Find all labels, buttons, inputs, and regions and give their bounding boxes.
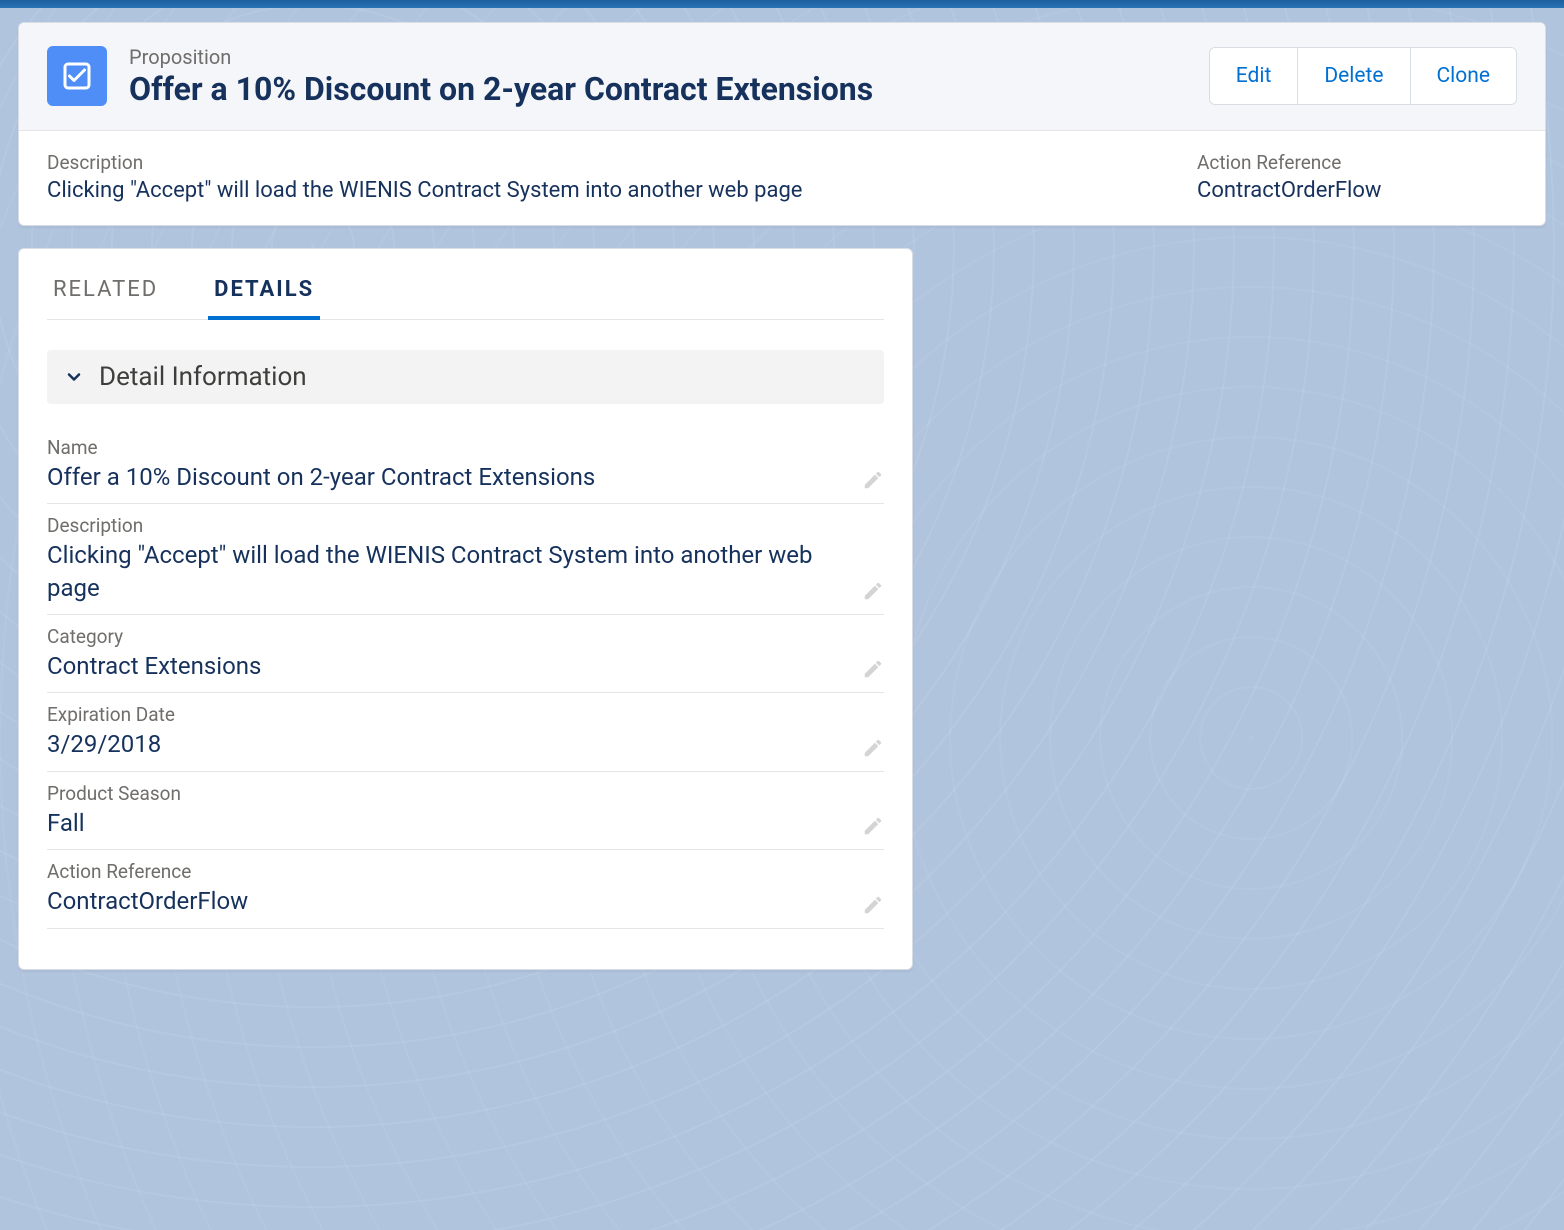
field-expiration-label: Expiration Date [47, 703, 848, 726]
record-title: Offer a 10% Discount on 2-year Contract … [129, 71, 1187, 108]
top-app-bar [0, 0, 1564, 8]
field-product-season: Product Season Fall [47, 772, 884, 850]
highlight-actionref-value: ContractOrderFlow [1197, 178, 1517, 203]
field-name: Name Offer a 10% Discount on 2-year Cont… [47, 426, 884, 504]
chevron-down-icon [63, 366, 85, 388]
highlight-description-label: Description [47, 151, 1157, 174]
record-header-card: Proposition Offer a 10% Discount on 2-ye… [18, 22, 1546, 226]
record-action-bar: Edit Delete Clone [1209, 47, 1517, 105]
clone-button[interactable]: Clone [1411, 48, 1516, 104]
field-expiration-value: 3/29/2018 [47, 728, 848, 760]
highlight-actionref-label: Action Reference [1197, 151, 1517, 174]
record-type-label: Proposition [129, 45, 1187, 69]
field-name-label: Name [47, 436, 848, 459]
field-category: Category Contract Extensions [47, 615, 884, 693]
field-expiration-date: Expiration Date 3/29/2018 [47, 693, 884, 771]
tab-related[interactable]: RELATED [47, 267, 164, 320]
pencil-icon[interactable] [862, 894, 884, 916]
pencil-icon[interactable] [862, 580, 884, 602]
field-action-reference: Action Reference ContractOrderFlow [47, 850, 884, 928]
pencil-icon[interactable] [862, 737, 884, 759]
pencil-icon[interactable] [862, 658, 884, 680]
detail-fields: Name Offer a 10% Discount on 2-year Cont… [47, 426, 884, 929]
field-name-value: Offer a 10% Discount on 2-year Contract … [47, 461, 848, 493]
field-category-label: Category [47, 625, 848, 648]
field-season-label: Product Season [47, 782, 848, 805]
proposition-icon [47, 46, 107, 106]
field-season-value: Fall [47, 807, 848, 839]
pencil-icon[interactable] [862, 815, 884, 837]
field-description: Description Clicking "Accept" will load … [47, 504, 884, 615]
highlight-description-value: Clicking "Accept" will load the WIENIS C… [47, 178, 1157, 203]
pencil-icon[interactable] [862, 469, 884, 491]
delete-button[interactable]: Delete [1298, 48, 1410, 104]
record-highlights: Description Clicking "Accept" will load … [19, 131, 1545, 225]
field-description-value: Clicking "Accept" will load the WIENIS C… [47, 539, 848, 604]
tab-details[interactable]: DETAILS [208, 267, 320, 320]
field-description-label: Description [47, 514, 848, 537]
record-detail-card: RELATED DETAILS Detail Information Name … [18, 248, 913, 970]
field-actionref-label: Action Reference [47, 860, 848, 883]
record-tabs: RELATED DETAILS [47, 267, 884, 320]
field-actionref-value: ContractOrderFlow [47, 885, 848, 917]
field-category-value: Contract Extensions [47, 650, 848, 682]
edit-button[interactable]: Edit [1210, 48, 1299, 104]
section-title: Detail Information [99, 362, 307, 392]
section-detail-information[interactable]: Detail Information [47, 350, 884, 404]
record-header: Proposition Offer a 10% Discount on 2-ye… [19, 23, 1545, 131]
